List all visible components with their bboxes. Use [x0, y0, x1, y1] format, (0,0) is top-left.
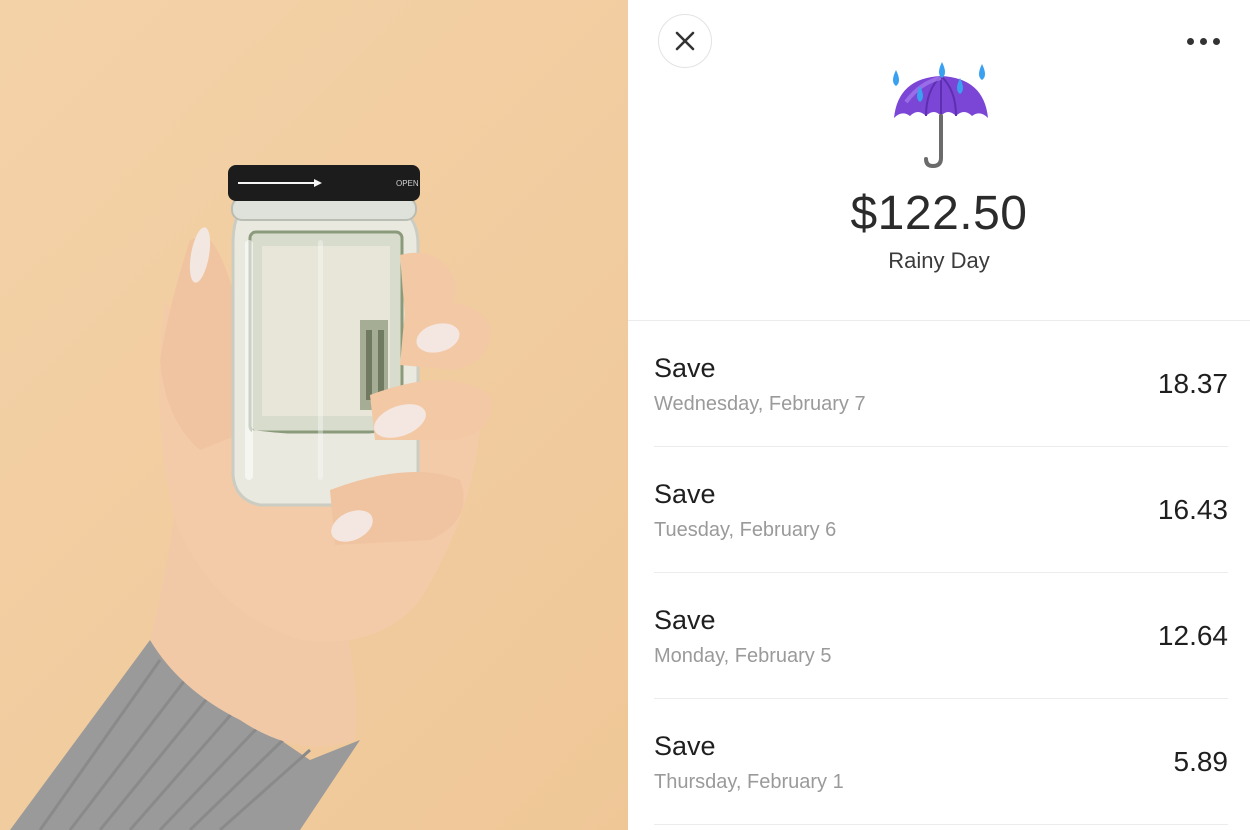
- jar-lid-text: OPEN: [396, 179, 419, 188]
- transaction-date: Wednesday, February 7: [654, 393, 866, 415]
- transaction-amount: 5.89: [1173, 746, 1229, 777]
- umbrella-with-rain-drops-icon: [893, 62, 988, 169]
- money-jar: OPEN: [228, 165, 420, 507]
- more-horizontal-icon: [1186, 37, 1194, 45]
- jar-balance: $122.50: [850, 187, 1028, 240]
- transaction-amount: 12.64: [1157, 620, 1228, 651]
- transaction-amount: 18.37: [1157, 368, 1228, 399]
- transaction-title: Save: [654, 479, 716, 509]
- close-button[interactable]: [658, 14, 712, 68]
- transaction-row[interactable]: Save Monday, February 5 12.64: [654, 573, 1228, 699]
- hand-holding-jar-photo: OPEN: [0, 0, 628, 830]
- transaction-row[interactable]: Save Wednesday, February 7 18.37: [654, 321, 1228, 447]
- transaction-list: Save Wednesday, February 7 18.37 Save Tu…: [654, 321, 1228, 825]
- transaction-title: Save: [654, 605, 716, 635]
- transaction-amount: 16.43: [1157, 494, 1228, 525]
- transaction-date: Tuesday, February 6: [654, 519, 837, 541]
- transaction-row[interactable]: Save Tuesday, February 6 16.43: [654, 447, 1228, 573]
- close-icon: [675, 31, 695, 51]
- transaction-title: Save: [654, 353, 716, 383]
- transaction-title: Save: [654, 731, 716, 761]
- more-options-button[interactable]: [1178, 26, 1228, 56]
- transaction-date: Monday, February 5: [654, 645, 832, 667]
- transaction-date: Thursday, February 1: [654, 771, 844, 793]
- jar-name: Rainy Day: [888, 248, 990, 273]
- savings-jar-screen: $122.50 Rainy Day Save Wednesday, Februa…: [628, 0, 1250, 830]
- transaction-row[interactable]: Save Thursday, February 1 5.89: [654, 699, 1228, 825]
- jar-photo-illustration: OPEN: [10, 165, 492, 830]
